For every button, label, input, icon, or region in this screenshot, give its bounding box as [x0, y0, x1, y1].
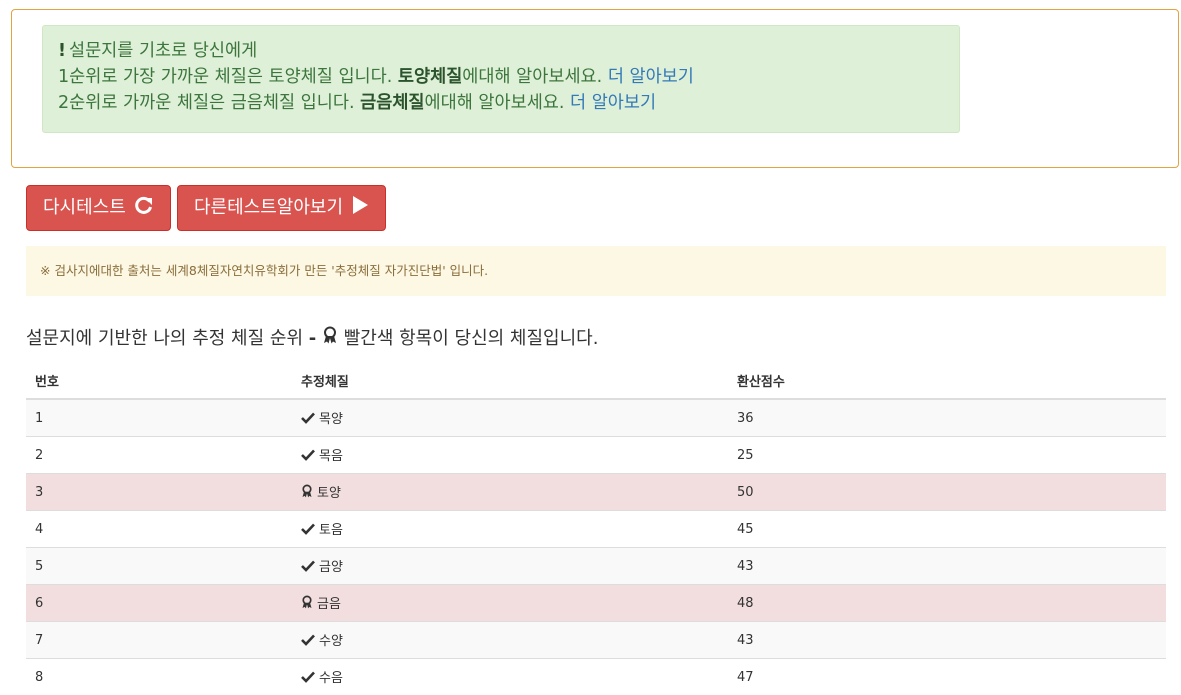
- cell-type: 목양: [292, 399, 728, 437]
- cell-number: 1: [26, 399, 292, 437]
- retest-button[interactable]: 다시테스트: [26, 185, 171, 231]
- col-header-score: 환산점수: [728, 362, 1166, 399]
- cell-score: 25: [728, 437, 1166, 474]
- cell-type-label: 수음: [319, 671, 343, 686]
- check-icon: [301, 560, 315, 576]
- cell-type: 목음: [292, 437, 728, 474]
- award-icon: [322, 326, 338, 352]
- alert-line-intro: !설문지를 기초로 당신에게: [58, 38, 943, 64]
- source-note: ※ 검사지에대한 출처는 세계8체질자연치유학회가 만든 '추정체질 자가진단법…: [26, 246, 1166, 296]
- cell-type: 토양: [292, 474, 728, 511]
- cell-type-label: 수양: [319, 634, 343, 649]
- retest-button-label: 다시테스트: [43, 186, 126, 230]
- cell-number: 6: [26, 585, 292, 622]
- table-row: 3 토양 50: [26, 474, 1166, 511]
- check-icon: [301, 449, 315, 465]
- heading-separator: -: [309, 328, 316, 349]
- cell-number: 3: [26, 474, 292, 511]
- table-header-row: 번호 추정체질 환산점수: [26, 362, 1166, 399]
- cell-number: 8: [26, 659, 292, 695]
- cell-score: 43: [728, 622, 1166, 659]
- alert-intro-text: 설문지를 기초로 당신에게: [69, 41, 257, 61]
- cell-number: 7: [26, 622, 292, 659]
- table-row: 1 목양 36: [26, 399, 1166, 437]
- cell-score: 50: [728, 474, 1166, 511]
- cell-type: 금음: [292, 585, 728, 622]
- ranking-heading: 설문지에 기반한 나의 추정 체질 순위 - 빨간색 항목이 당신의 체질입니다…: [26, 326, 598, 352]
- play-icon: [351, 186, 369, 230]
- check-icon: [301, 523, 315, 539]
- col-header-type: 추정체질: [292, 362, 728, 399]
- ranking-table: 번호 추정체질 환산점수 1 목양 36 2 목음 25 3 토양 50 4 토음 45 5 금양 43 6 금…: [26, 362, 1166, 695]
- cell-number: 2: [26, 437, 292, 474]
- alert-line-second: 2순위로 가까운 체질은 금음체질 입니다. 금음체질에대해 알아보세요. 더 …: [58, 90, 943, 116]
- cell-score: 43: [728, 548, 1166, 585]
- cell-type-label: 토양: [317, 486, 341, 501]
- check-icon: [301, 671, 315, 687]
- cell-type-label: 금음: [317, 597, 341, 612]
- check-icon: [301, 634, 315, 650]
- award-icon: [301, 595, 313, 613]
- ranking-heading-text: 설문지에 기반한 나의 추정 체질 순위: [26, 328, 303, 349]
- table-row: 7 수양 43: [26, 622, 1166, 659]
- result-panel: !설문지를 기초로 당신에게 1순위로 가장 가까운 체질은 토양체질 입니다.…: [11, 9, 1179, 168]
- first-rank-type: 토양체질: [398, 67, 462, 87]
- result-alert: !설문지를 기초로 당신에게 1순위로 가장 가까운 체질은 토양체질 입니다.…: [42, 25, 960, 133]
- table-row: 2 목음 25: [26, 437, 1166, 474]
- col-header-number: 번호: [26, 362, 292, 399]
- first-rank-text: 1순위로 가장 가까운 체질은 토양체질 입니다.: [58, 67, 392, 87]
- table-row: 5 금양 43: [26, 548, 1166, 585]
- refresh-icon: [134, 186, 154, 230]
- other-tests-button-label: 다른테스트알아보기: [194, 186, 343, 230]
- table-row: 8 수음 47: [26, 659, 1166, 695]
- cell-score: 36: [728, 399, 1166, 437]
- cell-type-label: 금양: [319, 560, 343, 575]
- first-rank-learn-more-link[interactable]: 더 알아보기: [608, 67, 694, 87]
- second-rank-text: 2순위로 가까운 체질은 금음체질 입니다.: [58, 93, 355, 113]
- cell-type: 토음: [292, 511, 728, 548]
- first-rank-suffix: 에대해 알아보세요.: [462, 67, 602, 87]
- ranking-heading-suffix: 빨간색 항목이 당신의 체질입니다.: [344, 328, 599, 349]
- cell-score: 45: [728, 511, 1166, 548]
- cell-score: 47: [728, 659, 1166, 695]
- ranking-table-body: 1 목양 36 2 목음 25 3 토양 50 4 토음 45 5 금양 43 6 금음 48 7 수양 43 8 수음 47: [26, 399, 1166, 695]
- cell-number: 5: [26, 548, 292, 585]
- cell-number: 4: [26, 511, 292, 548]
- check-icon: [301, 412, 315, 428]
- cell-type-label: 토음: [319, 523, 343, 538]
- table-row: 4 토음 45: [26, 511, 1166, 548]
- cell-score: 48: [728, 585, 1166, 622]
- other-tests-button[interactable]: 다른테스트알아보기: [177, 185, 386, 231]
- second-rank-type: 금음체질: [360, 93, 424, 113]
- second-rank-suffix: 에대해 알아보세요.: [425, 93, 565, 113]
- cell-type-label: 목양: [319, 412, 343, 427]
- exclamation-icon: !: [58, 41, 66, 61]
- cell-type-label: 목음: [319, 449, 343, 464]
- cell-type: 금양: [292, 548, 728, 585]
- table-row: 6 금음 48: [26, 585, 1166, 622]
- second-rank-learn-more-link[interactable]: 더 알아보기: [570, 93, 656, 113]
- award-icon: [301, 484, 313, 502]
- alert-line-first: 1순위로 가장 가까운 체질은 토양체질 입니다. 토양체질에대해 알아보세요.…: [58, 64, 943, 90]
- cell-type: 수음: [292, 659, 728, 695]
- cell-type: 수양: [292, 622, 728, 659]
